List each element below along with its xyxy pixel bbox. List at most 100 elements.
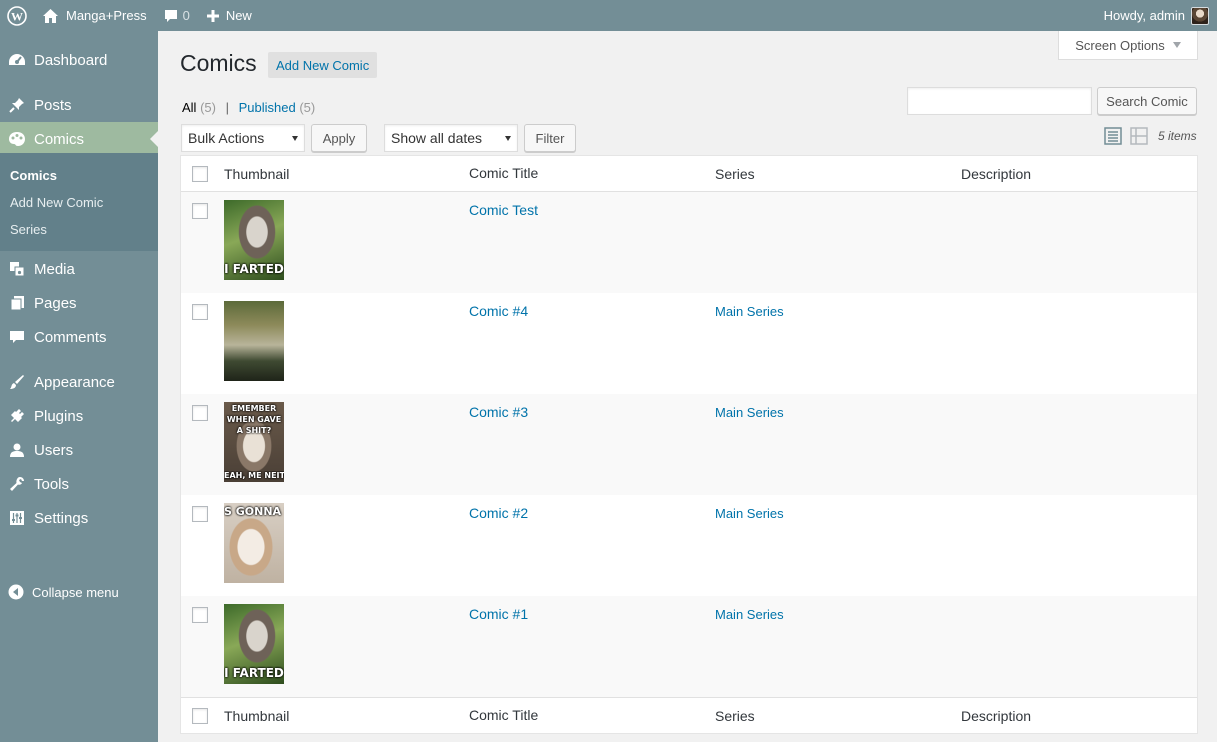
- table-row: I FARTED Comic #1 Main Series: [181, 596, 1197, 697]
- row-checkbox[interactable]: [192, 405, 208, 421]
- palette-icon: [0, 131, 34, 147]
- sidebar-item-tools[interactable]: Tools: [0, 467, 158, 501]
- column-header-series: Series: [715, 166, 755, 182]
- home-icon: [42, 8, 59, 24]
- filter-separator: |: [225, 100, 229, 115]
- sidebar-item-settings[interactable]: Settings: [0, 501, 158, 535]
- table-row: Comic #4 Main Series: [181, 293, 1197, 394]
- sidebar-item-pages[interactable]: Pages: [0, 286, 158, 320]
- bulk-actions-select[interactable]: Bulk Actions: [181, 124, 305, 152]
- comic-thumbnail[interactable]: I FARTED: [224, 200, 284, 280]
- row-checkbox[interactable]: [192, 203, 208, 219]
- series-link[interactable]: Main Series: [715, 405, 784, 420]
- site-name: Manga+Press: [66, 8, 147, 23]
- comic-title-link[interactable]: Comic Test: [469, 202, 538, 218]
- sidebar-item-label: Posts: [34, 96, 72, 114]
- excerpt-view-icon[interactable]: [1130, 127, 1148, 145]
- select-all-checkbox-footer[interactable]: [192, 708, 208, 724]
- site-name-link[interactable]: Manga+Press: [34, 0, 155, 31]
- filter-button[interactable]: Filter: [524, 124, 576, 152]
- new-content-link[interactable]: New: [198, 0, 260, 31]
- sidebar-item-comics[interactable]: Comics: [0, 122, 158, 156]
- filter-all-count: (5): [200, 100, 216, 115]
- comic-thumbnail[interactable]: I FARTED: [224, 604, 284, 684]
- triangle-down-icon: [1172, 42, 1181, 48]
- comics-submenu: Comics Add New Comic Series: [0, 153, 158, 251]
- brush-icon: [0, 374, 34, 390]
- table-row: EMEMBER WHEN GAVE A SHIT? EAH, ME NEITHE…: [181, 394, 1197, 495]
- comic-title-link[interactable]: Comic #4: [469, 303, 528, 319]
- admin-sidebar: Dashboard Posts Comics Comics Add New Co…: [0, 31, 158, 742]
- filter-published-link[interactable]: Published: [239, 100, 296, 115]
- comic-title-link[interactable]: Comic #3: [469, 404, 528, 420]
- row-checkbox[interactable]: [192, 506, 208, 522]
- sidebar-item-plugins[interactable]: Plugins: [0, 399, 158, 433]
- items-count: 5 items: [1158, 129, 1197, 143]
- sidebar-item-appearance[interactable]: Appearance: [0, 365, 158, 399]
- sidebar-item-label: Tools: [34, 475, 70, 493]
- sidebar-item-label: Media: [34, 260, 75, 278]
- plus-icon: [206, 9, 220, 23]
- row-checkbox[interactable]: [192, 607, 208, 623]
- comic-title-link[interactable]: Comic #1: [469, 606, 528, 622]
- submenu-item-series[interactable]: Series: [10, 222, 47, 237]
- bulk-actions-value: Bulk Actions: [188, 130, 265, 146]
- svg-text:W: W: [11, 9, 23, 23]
- comics-table: Thumbnail Comic Title Series Description…: [180, 155, 1198, 734]
- plug-icon: [0, 408, 34, 424]
- sidebar-item-label: Pages: [34, 294, 77, 312]
- add-new-comic-button[interactable]: Add New Comic: [268, 52, 378, 78]
- collapse-menu-button[interactable]: Collapse menu: [0, 577, 119, 607]
- series-link[interactable]: Main Series: [715, 304, 784, 319]
- my-account-link[interactable]: Howdy, admin: [1096, 0, 1217, 31]
- comic-thumbnail[interactable]: [224, 301, 284, 381]
- sidebar-item-label: Comments: [34, 328, 107, 346]
- sidebar-item-media[interactable]: Media: [0, 252, 158, 286]
- comic-thumbnail[interactable]: S GONNA HA: [224, 503, 284, 583]
- howdy-text: Howdy, admin: [1103, 8, 1185, 23]
- sidebar-item-dashboard[interactable]: Dashboard: [0, 43, 158, 77]
- comment-bubble-icon: [163, 8, 179, 24]
- comments-link[interactable]: 0: [155, 0, 198, 31]
- sidebar-item-label: Users: [34, 441, 74, 459]
- list-view-icon[interactable]: [1104, 127, 1122, 145]
- wordpress-logo-icon[interactable]: W: [0, 0, 34, 31]
- dates-filter-value: Show all dates: [391, 130, 483, 146]
- series-link[interactable]: Main Series: [715, 506, 784, 521]
- dates-filter-select[interactable]: Show all dates: [384, 124, 518, 152]
- column-header-comic-title[interactable]: Comic Title: [469, 165, 538, 181]
- collapse-menu-label: Collapse menu: [32, 584, 119, 600]
- sidebar-item-comments[interactable]: Comments: [0, 320, 158, 354]
- comic-thumbnail[interactable]: EMEMBER WHEN GAVE A SHIT? EAH, ME NEITHE: [224, 402, 284, 482]
- sidebar-item-users[interactable]: Users: [0, 433, 158, 467]
- thumbnail-caption-top: EMEMBER WHEN GAVE A SHIT?: [226, 404, 282, 435]
- row-checkbox[interactable]: [192, 304, 208, 320]
- sidebar-item-posts[interactable]: Posts: [0, 88, 158, 122]
- screen-options-label: Screen Options: [1075, 37, 1165, 53]
- column-header-thumbnail: Thumbnail: [224, 166, 290, 182]
- column-footer-comic-title[interactable]: Comic Title: [469, 707, 538, 723]
- screen-options-button[interactable]: Screen Options: [1058, 31, 1198, 60]
- search-comic-button[interactable]: Search Comic: [1097, 87, 1197, 115]
- select-all-checkbox[interactable]: [192, 166, 208, 182]
- column-footer-thumbnail: Thumbnail: [224, 708, 290, 724]
- pages-icon: [0, 295, 34, 311]
- series-link[interactable]: Main Series: [715, 607, 784, 622]
- comic-title-link[interactable]: Comic #2: [469, 505, 528, 521]
- dropdown-arrow-icon: [505, 136, 511, 141]
- table-header: Thumbnail Comic Title Series Description: [181, 156, 1197, 192]
- table-footer: Thumbnail Comic Title Series Description: [181, 697, 1197, 733]
- filter-all-link[interactable]: All: [182, 100, 196, 115]
- submenu-item-add-new-comic[interactable]: Add New Comic: [10, 195, 103, 210]
- dropdown-arrow-icon: [292, 136, 298, 141]
- apply-button[interactable]: Apply: [311, 124, 367, 152]
- wrench-icon: [0, 476, 34, 492]
- avatar: [1191, 6, 1209, 25]
- sliders-icon: [0, 510, 34, 526]
- thumbnail-caption-bottom: I FARTED: [224, 666, 284, 680]
- filter-published-count: (5): [299, 100, 316, 115]
- comments-count: 0: [182, 8, 190, 23]
- new-label: New: [225, 8, 252, 23]
- submenu-item-comics[interactable]: Comics: [10, 168, 57, 183]
- search-input[interactable]: [907, 87, 1092, 115]
